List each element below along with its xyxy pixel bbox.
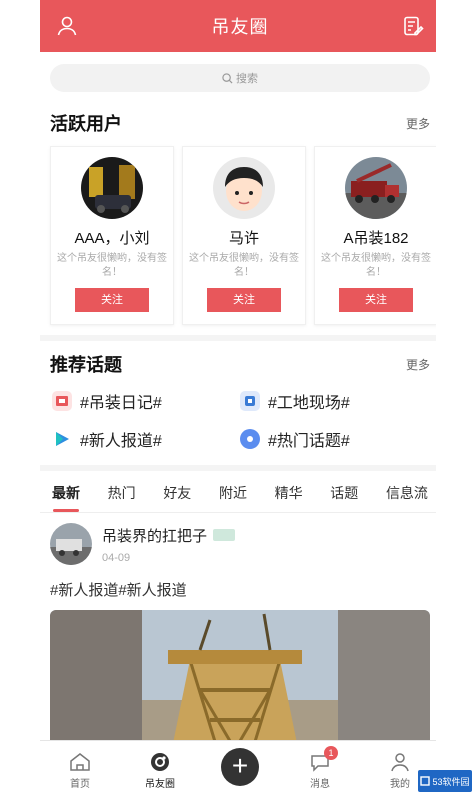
user-desc: 这个吊友很懒哟，没有签名！ xyxy=(189,253,299,278)
topic-item[interactable]: #新人报道# xyxy=(52,427,240,451)
nav-post[interactable]: + xyxy=(210,748,270,790)
user-icon[interactable] xyxy=(54,13,80,39)
page-title: 吊友圈 xyxy=(211,17,269,37)
more-link[interactable]: 更多 xyxy=(406,115,430,132)
site-icon xyxy=(240,391,260,411)
user-desc: 这个吊友很懒哟，没有签名！ xyxy=(321,253,431,278)
active-users-header: 活跃用户 更多 xyxy=(40,100,440,142)
hot-topic-icon xyxy=(240,429,260,449)
author-name: 吊装界的扛把子 xyxy=(102,527,208,545)
follow-button[interactable]: 关注 xyxy=(339,288,413,312)
watermark-logo: 53软件园 xyxy=(418,770,472,792)
topic-item[interactable]: #工地现场# xyxy=(240,389,428,413)
circle-icon xyxy=(151,753,169,771)
tab-hot[interactable]: 热门 xyxy=(108,483,136,512)
user-desc: 这个吊友很懒哟，没有签名！ xyxy=(57,253,167,278)
feed-tabs: 最新 热门 好友 附近 精华 话题 信息流 xyxy=(40,471,440,513)
right-margin xyxy=(436,0,476,796)
search-placeholder: 搜索 xyxy=(236,73,258,85)
tab-feed[interactable]: 信息流 xyxy=(386,483,428,512)
section-title: 活跃用户 xyxy=(50,114,122,134)
nav-circle[interactable]: 吊友圈 xyxy=(130,752,190,790)
top-bar: 吊友圈 xyxy=(40,0,440,52)
play-icon xyxy=(52,429,72,449)
nav-label: 我的 xyxy=(390,779,410,790)
topic-item[interactable]: #热门话题# xyxy=(240,427,428,451)
tab-friends[interactable]: 好友 xyxy=(163,483,191,512)
nav-label: 首页 xyxy=(70,779,90,790)
topic-grid: #吊装日记# #工地现场# #新人报道# #热门话题# xyxy=(40,383,440,465)
post-author: 吊装界的扛把子 xyxy=(102,525,236,546)
watermark-text: 53软件园 xyxy=(432,776,470,787)
topic-item[interactable]: #吊装日记# xyxy=(52,389,240,413)
edit-note-icon[interactable] xyxy=(400,13,426,39)
tab-topics[interactable]: 话题 xyxy=(330,483,358,512)
unread-badge: 1 xyxy=(324,746,338,760)
post-card[interactable]: 吊装界的扛把子 04-09 #新人报道#新人报道 xyxy=(40,513,440,758)
topic-label: #热门话题# xyxy=(268,433,350,450)
nav-home[interactable]: 首页 xyxy=(50,752,110,790)
avatar[interactable] xyxy=(50,523,92,565)
user-name: A吊装182 xyxy=(343,230,409,247)
more-link[interactable]: 更多 xyxy=(406,356,430,373)
topic-label: #工地现场# xyxy=(268,395,350,412)
app-screen: 吊友圈 搜索 活跃用户 更多 AAA，小刘 这个吊友很懒哟，没有签名！ 关注 马… xyxy=(40,0,440,796)
post-text: #新人报道#新人报道 xyxy=(50,582,187,599)
avatar xyxy=(81,157,143,219)
user-card[interactable]: AAA，小刘 这个吊友很懒哟，没有签名！ 关注 xyxy=(50,146,174,325)
search-bar: 搜索 xyxy=(40,52,440,100)
avatar xyxy=(213,157,275,219)
follow-button[interactable]: 关注 xyxy=(207,288,281,312)
user-card-list: AAA，小刘 这个吊友很懒哟，没有签名！ 关注 马许 这个吊友很懒哟，没有签名！… xyxy=(40,142,440,335)
profile-icon xyxy=(391,753,409,772)
nav-label: 吊友圈 xyxy=(145,779,175,790)
plus-icon: + xyxy=(221,748,259,786)
bottom-nav: 首页 吊友圈 + 1 消息 我的 xyxy=(40,740,440,796)
user-card[interactable]: 马许 这个吊友很懒哟，没有签名！ 关注 xyxy=(182,146,306,325)
topics-section: 推荐话题 更多 #吊装日记# #工地现场# #新人报道# #热门话题# xyxy=(40,341,440,465)
left-margin xyxy=(0,0,40,796)
nav-messages[interactable]: 1 消息 xyxy=(290,746,350,790)
topics-header: 推荐话题 更多 xyxy=(40,341,440,383)
avatar xyxy=(345,157,407,219)
level-badge xyxy=(213,529,236,541)
user-card[interactable]: A吊装182 这个吊友很懒哟，没有签名！ 关注 xyxy=(314,146,438,325)
tab-latest[interactable]: 最新 xyxy=(52,483,80,512)
nav-label: 消息 xyxy=(310,779,330,790)
follow-button[interactable]: 关注 xyxy=(75,288,149,312)
post-image[interactable] xyxy=(50,610,430,758)
post-header: 吊装界的扛把子 04-09 xyxy=(50,523,430,565)
user-name: AAA，小刘 xyxy=(74,230,150,247)
topic-label: #吊装日记# xyxy=(80,395,162,412)
tab-nearby[interactable]: 附近 xyxy=(219,483,247,512)
home-icon xyxy=(70,753,90,771)
section-title: 推荐话题 xyxy=(50,355,122,375)
post-date: 04-09 xyxy=(102,551,131,564)
active-users-section: 活跃用户 更多 AAA，小刘 这个吊友很懒哟，没有签名！ 关注 马许 这个吊友很… xyxy=(40,100,440,335)
user-name: 马许 xyxy=(228,230,259,247)
topic-label: #新人报道# xyxy=(80,433,162,450)
diary-icon xyxy=(52,391,72,411)
search-icon xyxy=(222,72,233,84)
tab-featured[interactable]: 精华 xyxy=(275,483,303,512)
search-input[interactable]: 搜索 xyxy=(50,64,430,92)
